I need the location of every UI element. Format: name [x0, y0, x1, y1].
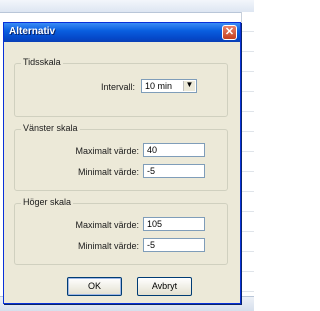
time-scale-group: Tidsskala Intervall: 10 min ▼ — [14, 57, 228, 117]
left-scale-group: Vänster skala Maximalt värde: 40 Minimal… — [14, 123, 228, 191]
close-button[interactable]: ✕ — [222, 25, 237, 40]
cancel-button[interactable]: Avbryt — [137, 277, 192, 296]
close-icon: ✕ — [224, 26, 235, 38]
dialog-title: Alternativ — [9, 26, 56, 37]
time-scale-group-label: Tidsskala — [21, 57, 63, 67]
left-max-label: Maximalt värde: — [75, 146, 139, 156]
right-scale-group-label: Höger skala — [21, 197, 74, 207]
background-grid-column — [241, 12, 254, 311]
ok-button[interactable]: OK — [67, 277, 122, 296]
right-min-label: Minimalt värde: — [77, 241, 139, 251]
left-scale-group-label: Vänster skala — [21, 123, 80, 133]
right-scale-group: Höger skala Maximalt värde: 105 Minimalt… — [14, 197, 228, 265]
right-max-input[interactable]: 105 — [143, 217, 205, 231]
interval-select[interactable]: 10 min ▼ — [141, 79, 197, 93]
right-min-input[interactable]: -5 — [143, 238, 205, 252]
dialog-titlebar[interactable]: Alternativ ✕ — [4, 23, 240, 42]
left-max-input[interactable]: 40 — [143, 143, 205, 157]
right-max-label: Maximalt värde: — [75, 220, 139, 230]
left-min-input[interactable]: -5 — [143, 164, 205, 178]
options-dialog: Alternativ ✕ Tidsskala Intervall: 10 min… — [3, 22, 241, 304]
chevron-down-icon: ▼ — [185, 80, 194, 89]
background-toolbar — [0, 0, 254, 13]
left-min-label: Minimalt värde: — [77, 167, 139, 177]
interval-dropdown-button[interactable]: ▼ — [183, 80, 195, 91]
interval-value: 10 min — [145, 81, 173, 91]
interval-label: Intervall: — [100, 82, 135, 92]
